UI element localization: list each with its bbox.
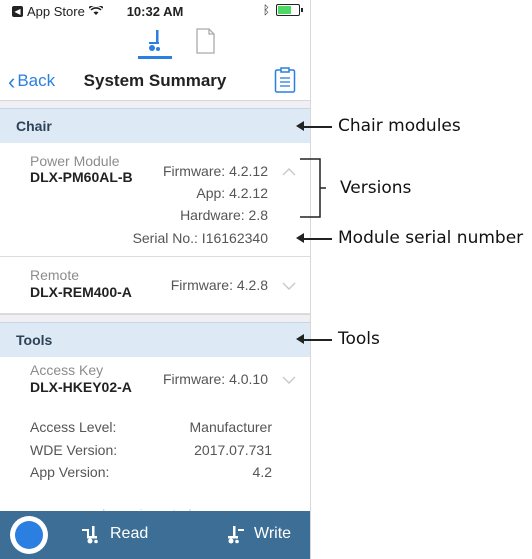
power-module-hardware: Hardware: 2.8 <box>180 207 268 223</box>
power-module-row[interactable]: Power Module DLX-PM60AL-B Firmware: 4.2.… <box>0 143 310 257</box>
status-right: ᛒ <box>262 3 303 17</box>
power-module-firmware: Firmware: 4.2.12 <box>162 163 268 179</box>
chair-section-title: Chair <box>16 118 52 134</box>
detail-key: Access Level: <box>30 419 117 435</box>
detail-value: 2017.07.731 <box>194 442 272 458</box>
tools-section-title: Tools <box>16 332 53 348</box>
battery-icon <box>276 4 303 16</box>
detail-key: App Version: <box>30 464 110 480</box>
write-label: Write <box>254 525 292 542</box>
clipboard-icon <box>274 67 296 93</box>
navigation-bar: ‹ Back System Summary <box>0 62 310 100</box>
write-chair-icon <box>228 526 244 544</box>
access-key-name: DLX-HKEY02-A <box>30 379 132 395</box>
arrow-line <box>302 339 332 341</box>
top-tabs <box>0 22 310 62</box>
annotation-tools: Tools <box>338 329 380 349</box>
chevron-down-icon[interactable] <box>282 375 296 385</box>
chevron-down-icon[interactable] <box>282 281 296 291</box>
power-module-name: DLX-PM60AL-B <box>30 169 133 185</box>
access-key-row[interactable]: Access Key DLX-HKEY02-A Firmware: 4.0.10 <box>0 357 310 413</box>
power-module-serial: Serial No.: I16162340 <box>132 230 268 246</box>
read-chair-icon <box>82 526 98 544</box>
remote-label: Remote <box>30 267 80 283</box>
remote-firmware: Firmware: 4.2.8 <box>170 277 268 293</box>
home-button[interactable] <box>10 516 48 554</box>
annotation-chair-modules: Chair modules <box>338 116 461 136</box>
power-module-app: App: 4.2.12 <box>196 185 268 201</box>
arrow-line <box>302 238 332 240</box>
remote-name: DLX-REM400-A <box>30 284 132 300</box>
bluetooth-icon: ᛒ <box>262 3 270 17</box>
phone-screen: ◀ App Store 10:32 AM ᛒ ‹ Back System Sum… <box>0 0 311 559</box>
annotation-versions: Versions <box>340 178 412 198</box>
arrow-line <box>302 126 332 128</box>
read-label: Read <box>110 525 149 542</box>
status-bar: ◀ App Store 10:32 AM ᛒ <box>0 0 310 22</box>
document-tab-icon[interactable] <box>188 26 222 60</box>
wheelchair-tab-icon[interactable] <box>138 26 172 59</box>
read-button[interactable]: Read <box>80 524 148 544</box>
access-key-label: Access Key <box>30 362 104 378</box>
versions-bracket <box>300 158 326 218</box>
power-module-label: Power Module <box>30 153 120 169</box>
chevron-up-icon[interactable] <box>282 167 296 177</box>
access-key-firmware: Firmware: 4.0.10 <box>162 371 268 387</box>
page-title: System Summary <box>83 71 227 90</box>
clipboard-button[interactable] <box>274 67 296 93</box>
detail-value: Manufacturer <box>189 419 272 435</box>
annotation-module-serial: Module serial number <box>338 228 524 248</box>
tools-section-header: Tools <box>0 322 310 358</box>
remote-row[interactable]: Remote DLX-REM400-A Firmware: 4.2.8 <box>0 257 310 314</box>
bottom-toolbar: Read Write <box>0 511 310 559</box>
chair-section-header: Chair <box>0 108 310 144</box>
write-button[interactable]: Write <box>224 524 291 544</box>
detail-key: WDE Version: <box>30 442 118 458</box>
detail-value: 4.2 <box>252 464 272 480</box>
